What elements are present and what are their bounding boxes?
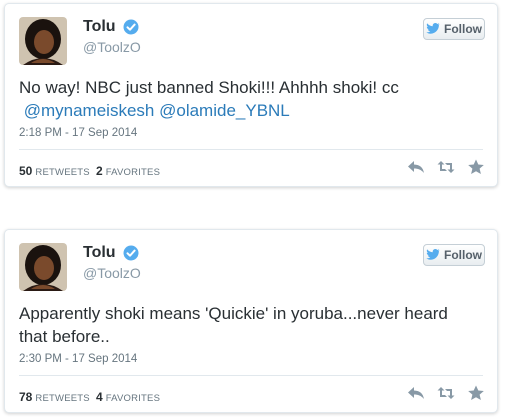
username[interactable]: @ToolzO (83, 39, 141, 55)
favorite-count[interactable]: 4 (96, 390, 103, 404)
tweet-text-line2: that before.. (19, 327, 110, 346)
verified-badge-icon (123, 19, 139, 35)
tweet-text-body: No way! NBC just banned Shoki!!! Ahhhh s… (19, 78, 399, 97)
twitter-bird-icon (426, 23, 440, 34)
mention-link[interactable]: @olamide_YBNL (159, 101, 290, 120)
retweet-icon[interactable] (437, 159, 455, 175)
tweet-timestamp[interactable]: 2:18 PM - 17 Sep 2014 (19, 127, 137, 139)
retweets-label: RETWEETS (35, 393, 90, 404)
divider (19, 375, 483, 376)
retweet-count[interactable]: 50 (19, 164, 32, 178)
tweet-text: No way! NBC just banned Shoki!!! Ahhhh s… (19, 76, 479, 122)
tweet-card: Tolu @ToolzO Follow No way! NBC just ban… (4, 3, 498, 187)
follow-button[interactable]: Follow (423, 18, 485, 40)
tweet-timestamp[interactable]: 2:30 PM - 17 Sep 2014 (19, 353, 137, 365)
avatar[interactable] (19, 17, 67, 65)
reply-icon[interactable] (407, 385, 425, 401)
tweet-card: Tolu @ToolzO Follow Apparently shoki mea… (4, 229, 498, 413)
follow-label: Follow (444, 22, 482, 36)
username[interactable]: @ToolzO (83, 265, 141, 281)
avatar[interactable] (19, 243, 67, 291)
display-name[interactable]: Tolu (83, 18, 116, 36)
retweet-count[interactable]: 78 (19, 390, 32, 404)
follow-label: Follow (444, 248, 482, 262)
tweet-actions (407, 385, 485, 401)
favorite-count[interactable]: 2 (96, 164, 103, 178)
display-name[interactable]: Tolu (83, 244, 116, 262)
tweet-actions (407, 159, 485, 175)
mention-link[interactable]: @mynameiskesh (24, 101, 155, 120)
favorites-label: FAVORITES (105, 393, 161, 404)
tweet-text: Apparently shoki means 'Quickie' in yoru… (19, 302, 479, 348)
favorites-label: FAVORITES (105, 167, 161, 178)
star-icon[interactable] (467, 159, 485, 175)
reply-icon[interactable] (407, 159, 425, 175)
tweet-stats: 78 RETWEETS 4 FAVORITES (19, 390, 160, 404)
tweet-text-line1: Apparently shoki means 'Quickie' in yoru… (19, 304, 448, 323)
divider (19, 149, 483, 150)
star-icon[interactable] (467, 385, 485, 401)
twitter-bird-icon (426, 249, 440, 260)
follow-button[interactable]: Follow (423, 244, 485, 266)
retweets-label: RETWEETS (35, 167, 90, 178)
tweet-stats: 50 RETWEETS 2 FAVORITES (19, 164, 160, 178)
retweet-icon[interactable] (437, 385, 455, 401)
verified-badge-icon (123, 245, 139, 261)
